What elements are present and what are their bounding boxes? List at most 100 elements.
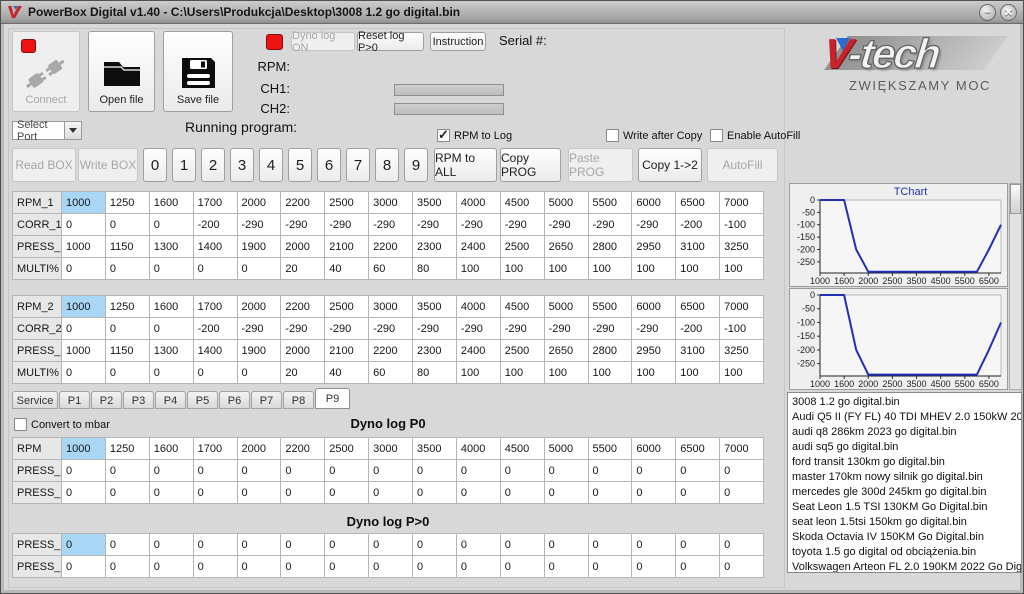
table-cell[interactable]: 100 <box>500 258 544 280</box>
table-cell[interactable]: 0 <box>281 534 325 556</box>
table-cell[interactable]: 0 <box>720 482 764 504</box>
table-cell[interactable]: -290 <box>413 214 457 236</box>
table-cell[interactable]: 0 <box>325 482 369 504</box>
table-cell[interactable]: 1150 <box>105 236 149 258</box>
table-cell[interactable]: 2950 <box>632 236 676 258</box>
table-cell[interactable]: 0 <box>62 318 106 340</box>
tab-service[interactable]: Service <box>12 391 58 409</box>
table-cell[interactable]: 2500 <box>325 438 369 460</box>
file-list-item[interactable]: Audi Q5 II (FY FL) 40 TDI MHEV 2.0 150kW… <box>792 410 1021 425</box>
table-cell[interactable]: 100 <box>588 362 632 384</box>
table-cell[interactable]: 0 <box>237 258 281 280</box>
table-cell[interactable]: 3250 <box>720 236 764 258</box>
table-cell[interactable]: 0 <box>588 460 632 482</box>
table-cell[interactable]: 1000 <box>62 236 106 258</box>
table-cell[interactable]: 1700 <box>193 192 237 214</box>
table-cell[interactable]: -290 <box>325 318 369 340</box>
table-cell[interactable]: -290 <box>588 214 632 236</box>
table-cell[interactable]: 0 <box>500 534 544 556</box>
tab-p4[interactable]: P4 <box>155 391 186 409</box>
table-cell[interactable]: -290 <box>632 214 676 236</box>
table-cell[interactable]: 2000 <box>281 236 325 258</box>
table-cell[interactable]: 100 <box>676 258 720 280</box>
tab-p7[interactable]: P7 <box>251 391 282 409</box>
table-cell[interactable]: 100 <box>544 362 588 384</box>
table-cell[interactable]: 100 <box>500 362 544 384</box>
table-cell[interactable]: 0 <box>369 482 413 504</box>
table-cell[interactable]: 5000 <box>544 438 588 460</box>
program-digit-button-3[interactable]: 3 <box>230 148 254 182</box>
table-cell[interactable]: 1700 <box>193 296 237 318</box>
table-cell[interactable]: 100 <box>456 258 500 280</box>
table-cell[interactable]: 0 <box>193 460 237 482</box>
program-digit-button-0[interactable]: 0 <box>143 148 167 182</box>
reset-log-button[interactable]: Reset log P>0 <box>357 32 424 51</box>
table-cell[interactable]: 0 <box>325 556 369 578</box>
table-cell[interactable]: -100 <box>720 318 764 340</box>
tab-p3[interactable]: P3 <box>123 391 154 409</box>
file-list-item[interactable]: master 170km nowy silnik go digital.bin <box>792 470 1021 485</box>
table-cell[interactable]: 100 <box>544 258 588 280</box>
write-box-button[interactable]: Write BOX <box>78 148 138 182</box>
close-button[interactable]: ✕ <box>1000 4 1017 21</box>
table-cell[interactable]: -290 <box>369 214 413 236</box>
table-cell[interactable]: 0 <box>456 460 500 482</box>
open-file-button[interactable]: Open file <box>88 31 155 112</box>
table-cell[interactable]: 0 <box>193 362 237 384</box>
table-cell[interactable]: 2200 <box>281 296 325 318</box>
file-list-item[interactable]: mercedes gle 300d 245km go digital.bin <box>792 485 1021 500</box>
table-cell[interactable]: 7000 <box>720 438 764 460</box>
table-cell[interactable]: 0 <box>281 556 325 578</box>
table-cell[interactable]: 2200 <box>281 192 325 214</box>
titlebar[interactable]: PowerBox Digital v1.40 - C:\Users\Produk… <box>1 1 1023 24</box>
table-cell[interactable]: -290 <box>456 318 500 340</box>
table-cell[interactable]: 2100 <box>325 236 369 258</box>
table-cell[interactable]: 2500 <box>500 340 544 362</box>
table-cell[interactable]: 0 <box>588 482 632 504</box>
table-cell[interactable]: 1000 <box>62 340 106 362</box>
table-cell[interactable]: 40 <box>325 258 369 280</box>
table-cell[interactable]: 0 <box>544 460 588 482</box>
table-cell[interactable]: -290 <box>325 214 369 236</box>
table-cell[interactable]: 4000 <box>456 192 500 214</box>
table-cell[interactable]: 2400 <box>456 236 500 258</box>
table-cell[interactable]: 1900 <box>237 340 281 362</box>
table-cell[interactable]: -290 <box>544 318 588 340</box>
table-cell[interactable]: 4500 <box>500 296 544 318</box>
table-cell[interactable]: 1600 <box>149 296 193 318</box>
table-cell[interactable]: 0 <box>105 318 149 340</box>
table-cell[interactable]: 0 <box>149 534 193 556</box>
table-cell[interactable]: 4500 <box>500 192 544 214</box>
table-cell[interactable]: -290 <box>544 214 588 236</box>
table-cell[interactable]: 0 <box>500 556 544 578</box>
table-cell[interactable]: 0 <box>500 460 544 482</box>
table-cell[interactable]: 0 <box>149 258 193 280</box>
table-cell[interactable]: 1300 <box>149 340 193 362</box>
table-cell[interactable]: 1000 <box>62 192 106 214</box>
table-cell[interactable]: 0 <box>413 556 457 578</box>
table-cell[interactable]: 0 <box>193 482 237 504</box>
table-cell[interactable]: 2000 <box>237 438 281 460</box>
table-cell[interactable]: 0 <box>149 318 193 340</box>
tab-p5[interactable]: P5 <box>187 391 218 409</box>
table-cell[interactable]: 6500 <box>676 192 720 214</box>
table-cell[interactable]: 1900 <box>237 236 281 258</box>
table-cell[interactable]: 0 <box>720 556 764 578</box>
file-list-item[interactable]: audi q8 286km 2023 go digital.bin <box>792 425 1021 440</box>
save-file-button[interactable]: Save file <box>163 31 233 112</box>
table-cell[interactable]: 0 <box>62 534 106 556</box>
autofill-button[interactable]: AutoFill <box>707 148 778 182</box>
table-cell[interactable]: 0 <box>105 214 149 236</box>
rpm-to-log-checkbox[interactable]: RPM to Log <box>437 129 512 142</box>
table-cell[interactable]: 2950 <box>632 340 676 362</box>
chart-scrollbar[interactable] <box>1009 183 1022 390</box>
table-cell[interactable]: 0 <box>193 556 237 578</box>
table-cell[interactable]: 1000 <box>62 296 106 318</box>
table-cell[interactable]: 6000 <box>632 296 676 318</box>
program-digit-button-7[interactable]: 7 <box>346 148 370 182</box>
table-cell[interactable]: 1300 <box>149 236 193 258</box>
table-cell[interactable]: 2200 <box>281 438 325 460</box>
table-cell[interactable]: -290 <box>281 214 325 236</box>
table-cell[interactable]: 0 <box>588 534 632 556</box>
table-cell[interactable]: 0 <box>325 534 369 556</box>
